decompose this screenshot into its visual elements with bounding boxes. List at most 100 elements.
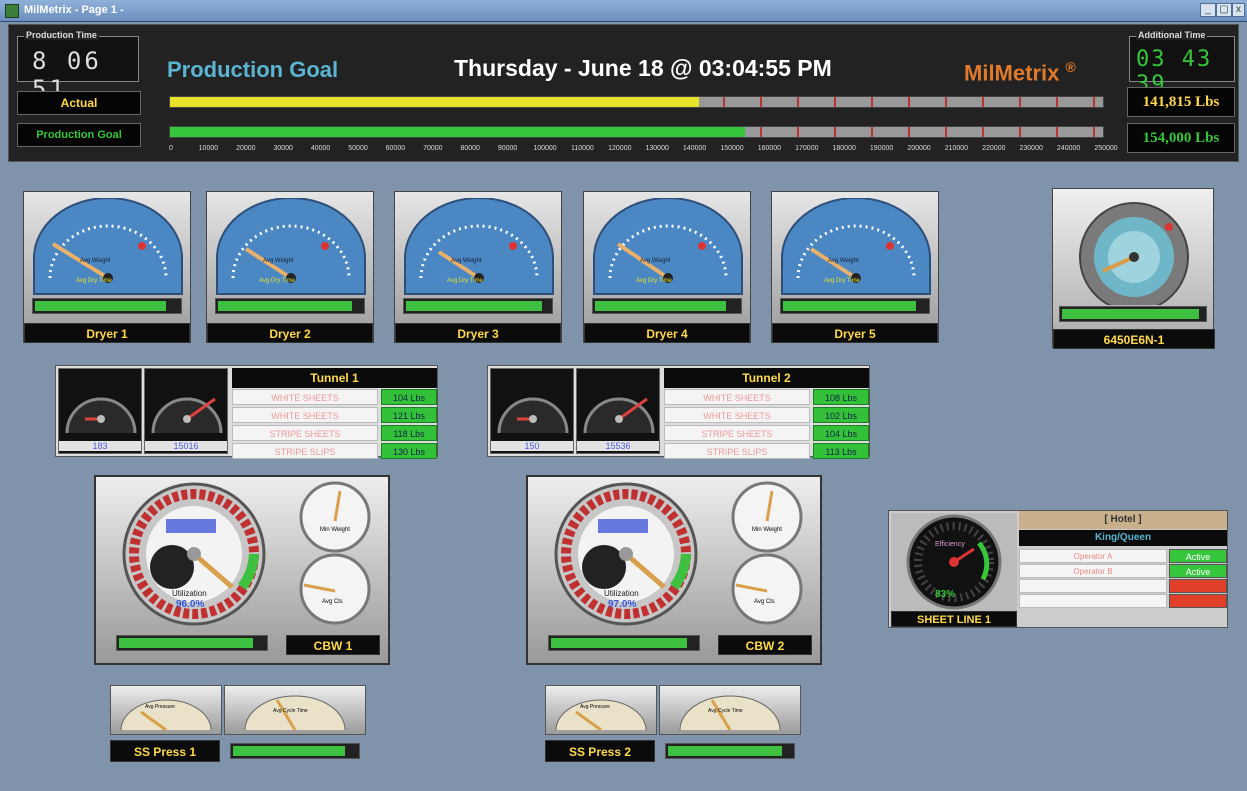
press-panel[interactable]: Avg Pressure Avg Cycle Time SS Press 2 [545,685,803,765]
dryer-level-meter [592,298,742,314]
scale-tick-label: 170000 [795,145,819,152]
press-cycle-gauge: Avg Cycle Time [659,685,801,735]
utilization-value: 97.0% [608,599,637,610]
tunnel-item-weight: 104 Lbs [381,389,437,405]
operator-status: Active [1169,564,1227,578]
tunnel-item-name: STRIPE SLIPS [232,443,378,459]
cbw-panel[interactable]: Utilization 97.0% Min Weight Avg Cls CBW 2 [526,475,822,665]
machine-level-fill [1062,309,1199,319]
dryer-label: Dryer 1 [24,323,190,343]
press-label: SS Press 2 [545,740,655,762]
tunnel-panel[interactable]: 183 15016 Tunnel 1 WHITE SHEETS 104 Lbs WHITE… [55,365,438,460]
app-icon [5,4,19,18]
tunnel-gauge-value: 150 [491,441,573,451]
scale-tick-label: 110000 [570,145,594,152]
pressure-dial-icon [120,699,212,732]
operator-row[interactable]: Operator A Active [1019,549,1227,563]
operator-name [1019,579,1167,593]
cbw-panel[interactable]: Utilization 96.0% Min Weight Avg Cls CBW 1 [94,475,390,665]
cbw-level-fill [119,638,254,648]
tunnel-item-weight: 113 Lbs [813,443,869,459]
tunnel-item-name: WHITE SHEETS [232,389,378,405]
tunnel-small-gauge: 183 [58,368,142,454]
operator-row[interactable]: Operator B Active [1019,564,1227,578]
close-button[interactable]: x [1232,3,1245,17]
operator-status: Active [1169,549,1227,563]
production-time-box: Production Time 8 06 51 [17,30,139,103]
efficiency-value: 83% [935,589,956,600]
dryer-dial-upper-label: Avg Weight [451,258,482,264]
operator-row[interactable] [1019,579,1227,593]
tunnel-row[interactable]: STRIPE SLIPS 113 Lbs [664,443,869,460]
dryer-level-meter [403,298,553,314]
tunnel-row[interactable]: STRIPE SHEETS 104 Lbs [664,425,869,442]
hotel-name: [ Hotel ] [1019,511,1227,529]
dryer-label: Dryer 5 [772,323,938,343]
dryer-level-fill [218,301,353,311]
utilization-label: Utilization [604,589,639,598]
dryer-level-fill [406,301,542,311]
operator-name [1019,594,1167,608]
dryer-level-meter [32,298,182,314]
machine-dial-icon [1079,202,1189,305]
machine-level-meter [1059,306,1207,322]
scale-tick-label: 60000 [385,145,406,152]
operator-row[interactable] [1019,594,1227,608]
additional-time-box: Additional Time 03 43 39 [1129,30,1235,97]
tunnel-row[interactable]: WHITE SHEETS 104 Lbs [232,389,437,406]
registered-mark: ® [1065,59,1076,75]
sheet-line-label: SHEET LINE 1 [891,611,1017,627]
press-dial-a-label: Avg Pressure [145,704,175,710]
dryer-dial-lower-label: Avg Dry Time [76,278,112,284]
scale-tick-label: 10000 [198,145,219,152]
tunnel-gauge-value: 15016 [145,441,227,451]
dryer-label: Dryer 3 [395,323,561,343]
dryer-gauge-card[interactable]: Avg Weight Avg Dry Time Dryer 5 [771,191,939,343]
tunnel-row[interactable]: WHITE SHEETS 108 Lbs [664,389,869,406]
tunnel-item-name: WHITE SHEETS [664,407,810,423]
dryer-level-meter [215,298,365,314]
maximize-button[interactable]: ▢ [1216,3,1232,17]
press-level-meter [230,743,360,759]
machine-label: 6450E6N-1 [1053,329,1215,349]
tunnel-item-weight: 130 Lbs [381,443,437,459]
tunnel-row[interactable]: WHITE SHEETS 102 Lbs [664,407,869,424]
minimize-button[interactable]: _ [1200,3,1216,17]
press-panel[interactable]: Avg Pressure Avg Cycle Time SS Press 1 [110,685,368,765]
dryer-level-fill [595,301,727,311]
small-dial-icon [65,397,137,434]
scale-tick-label: 190000 [869,145,894,152]
tunnel-item-name: STRIPE SLIPS [664,443,810,459]
tunnel-row[interactable]: WHITE SHEETS 121 Lbs [232,407,437,424]
dryer-gauge-card[interactable]: Avg Weight Avg Dry Time Dryer 1 [23,191,191,343]
dryer-gauge-card[interactable]: Avg Weight Avg Dry Time Dryer 2 [206,191,374,343]
scale-tick-label: 40000 [310,145,331,152]
dryer-label: Dryer 2 [207,323,373,343]
tunnel-row[interactable]: STRIPE SHEETS 118 Lbs [232,425,437,442]
press-level-meter [665,743,795,759]
brand-logo: MilMetrix ® [964,59,1076,86]
scale-tick-label: 250000 [1094,145,1118,152]
window-titlebar: MilMetrix - Page 1 - _ ▢ x [0,0,1247,22]
brand-name: MilMetrix [964,60,1060,86]
press-dial-b-label: Avg Cycle Time [708,708,743,714]
scale-tick-label: 180000 [832,145,856,152]
scale-tick-label: 150000 [720,145,744,152]
scale-tick-label: 240000 [1056,145,1081,152]
tunnel-item-name: WHITE SHEETS [232,407,378,423]
small-dial-icon [497,397,569,434]
tunnel-row[interactable]: STRIPE SLIPS 130 Lbs [232,443,437,460]
machine-gauge-card[interactable]: 6450E6N-1 [1052,188,1215,349]
cbw-level-meter [116,635,268,651]
press-label: SS Press 1 [110,740,220,762]
page-title: Production Goal [167,57,339,82]
cbw-level-meter [548,635,700,651]
dryer-gauge-card[interactable]: Avg Weight Avg Dry Time Dryer 4 [583,191,751,343]
dryer-gauge-card[interactable]: Avg Weight Avg Dry Time Dryer 3 [394,191,562,343]
tunnel-panel[interactable]: 150 15536 Tunnel 2 WHITE SHEETS 108 Lbs WHITE… [487,365,870,460]
tunnel-table: Tunnel 1 WHITE SHEETS 104 Lbs WHITE SHEETS 1… [232,368,437,460]
sheet-line-card[interactable]: 83% Efficiency SHEET LINE 1 [ Hotel ] Ki… [888,510,1228,628]
cbw-sub-b-label: Avg Cls [754,599,775,605]
press-pressure-gauge: Avg Pressure [110,685,222,735]
actual-progress-fill [170,97,699,107]
